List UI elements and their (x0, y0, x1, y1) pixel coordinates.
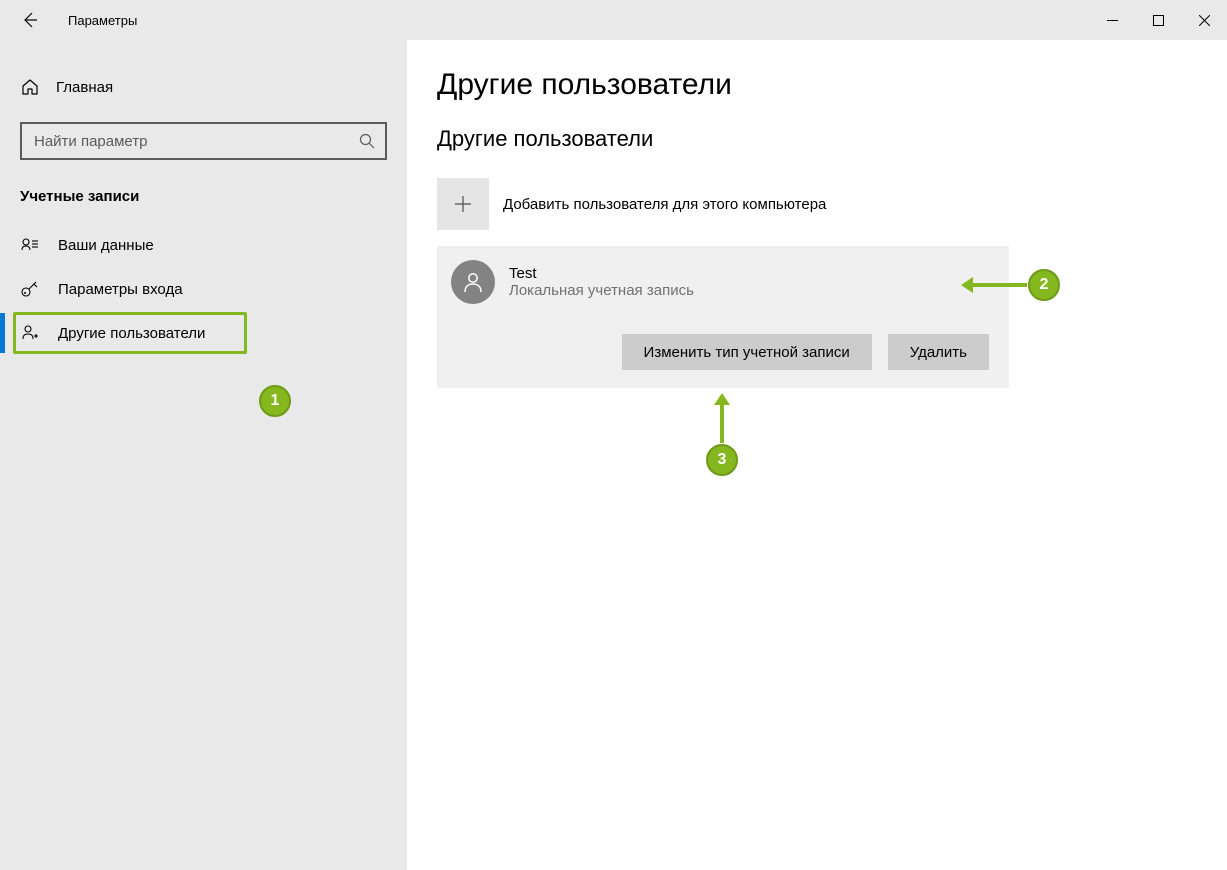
key-icon (20, 280, 40, 298)
annotation-callout-1: 1 (259, 385, 291, 417)
avatar (451, 260, 495, 304)
maximize-button[interactable] (1135, 0, 1181, 40)
annotation-callout-3: 3 (706, 444, 738, 476)
sidebar-item-signin-options[interactable]: Параметры входа (0, 267, 407, 311)
close-icon (1199, 15, 1210, 26)
user-row: Test Локальная учетная запись (451, 260, 989, 304)
person-icon (461, 270, 485, 294)
search-icon (359, 133, 375, 149)
plus-icon (437, 178, 489, 230)
page-title: Другие пользователи (437, 68, 1227, 102)
add-user-label: Добавить пользователя для этого компьюте… (503, 196, 826, 213)
window-title: Параметры (68, 13, 137, 28)
home-nav-item[interactable]: Главная (0, 70, 407, 104)
annotation-arrow-3 (720, 403, 724, 443)
user-subtitle: Локальная учетная запись (509, 282, 694, 299)
user-info: Test Локальная учетная запись (509, 265, 694, 299)
sidebar-item-label: Другие пользователи (58, 325, 205, 342)
minimize-button[interactable] (1089, 0, 1135, 40)
user-actions: Изменить тип учетной записи Удалить (451, 334, 989, 370)
sidebar-item-label: Параметры входа (58, 281, 183, 298)
delete-user-button[interactable]: Удалить (888, 334, 989, 370)
close-button[interactable] (1181, 0, 1227, 40)
annotation-arrow-2 (971, 283, 1027, 287)
search-box[interactable] (20, 122, 387, 160)
back-arrow-icon (22, 12, 38, 28)
search-input[interactable] (34, 133, 359, 150)
sidebar-item-your-info[interactable]: Ваши данные (0, 223, 407, 267)
sidebar-section-header: Учетные записи (20, 188, 387, 205)
window-controls (1089, 0, 1227, 40)
annotation-callout-2: 2 (1028, 269, 1060, 301)
person-plus-icon (20, 324, 40, 342)
minimize-icon (1107, 15, 1118, 26)
user-name: Test (509, 265, 694, 282)
user-card[interactable]: Test Локальная учетная запись Изменить т… (437, 246, 1009, 388)
sidebar: Главная Учетные записи Ваши данные (0, 40, 407, 870)
person-card-icon (20, 236, 40, 254)
home-icon (20, 78, 40, 96)
home-label: Главная (56, 79, 113, 96)
sidebar-item-label: Ваши данные (58, 237, 154, 254)
sidebar-item-other-users[interactable]: Другие пользователи (0, 311, 407, 355)
content-area: Другие пользователи Другие пользователи … (407, 40, 1227, 870)
back-button[interactable] (12, 2, 48, 38)
section-title: Другие пользователи (437, 126, 1227, 152)
titlebar: Параметры (0, 0, 1227, 40)
change-account-type-button[interactable]: Изменить тип учетной записи (622, 334, 872, 370)
sidebar-nav-list: Ваши данные Параметры входа Другие польз… (0, 223, 407, 355)
add-user-button[interactable]: Добавить пользователя для этого компьюте… (437, 178, 1227, 230)
maximize-icon (1153, 15, 1164, 26)
